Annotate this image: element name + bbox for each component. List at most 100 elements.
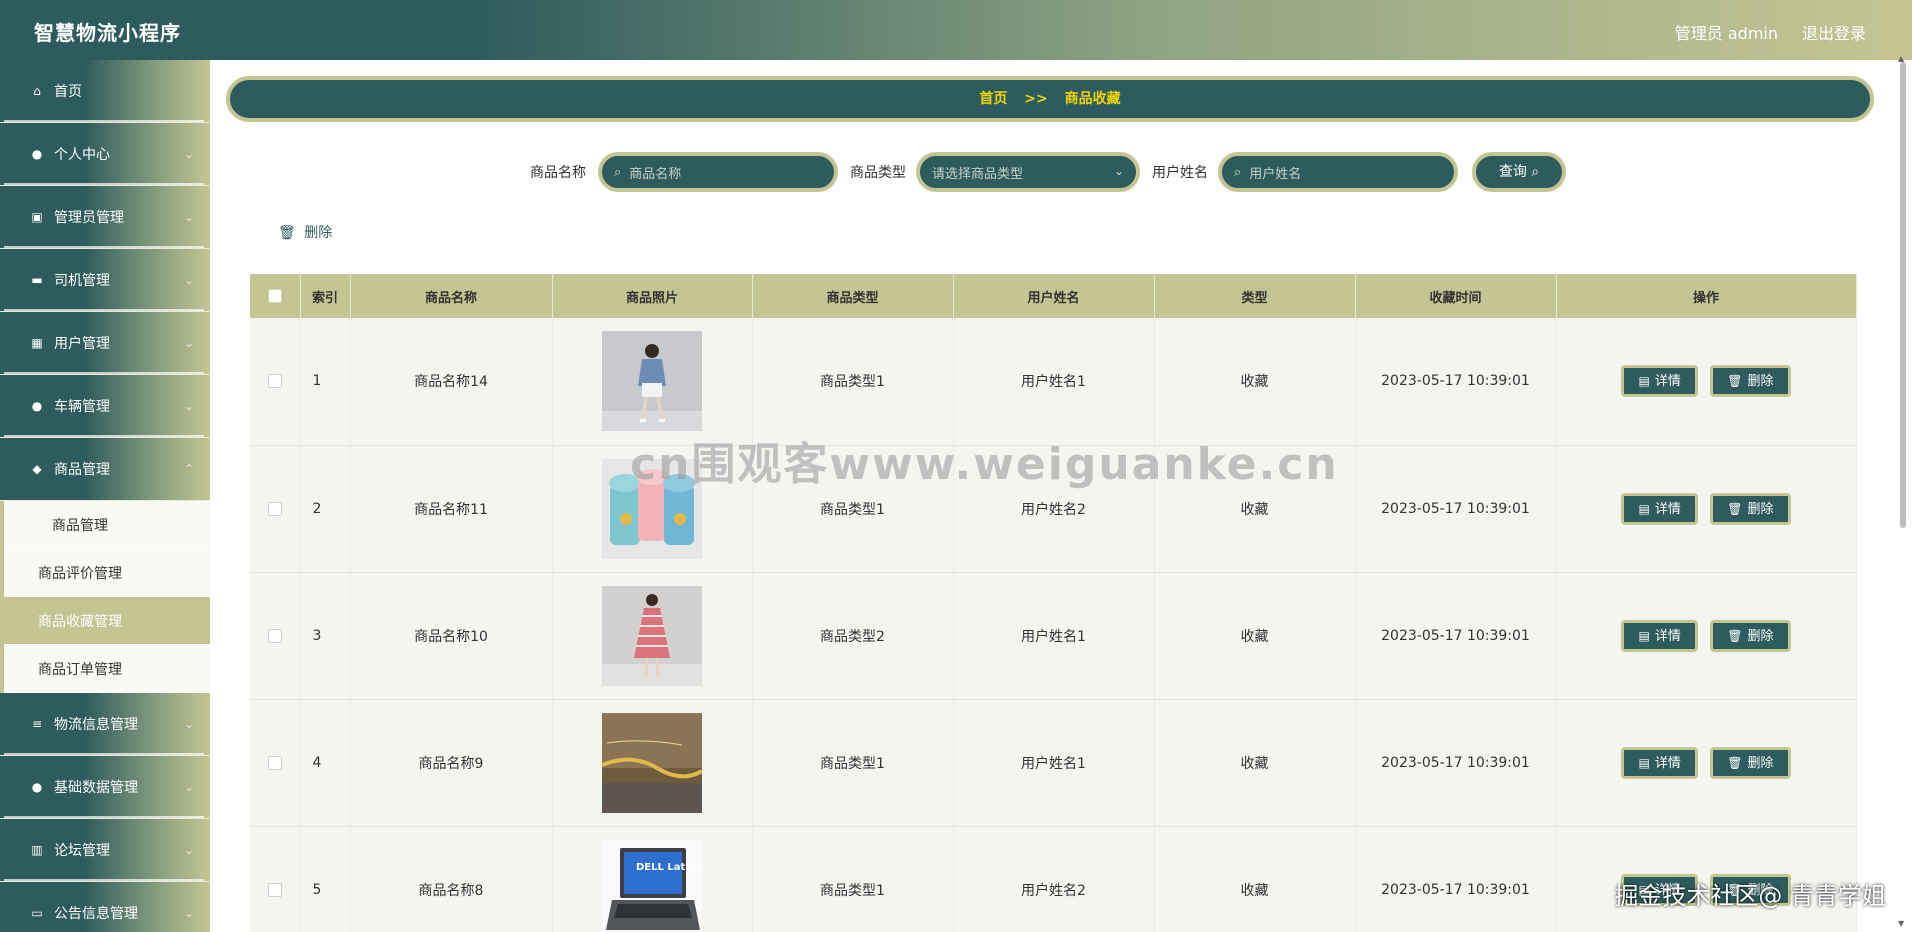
sidebar-item-label: 用户管理 xyxy=(54,336,110,352)
table-row: 3 商品名称10 商品类型2 用户姓名1 收藏 2023-05-17 10:39… xyxy=(250,572,1857,700)
cart-icon: ◆ xyxy=(32,462,42,476)
select-all-checkbox[interactable] xyxy=(267,289,282,303)
user-name-input[interactable]: ⌕ 用户姓名 xyxy=(1218,152,1458,192)
submenu-item-orders[interactable]: 商品订单管理 xyxy=(4,645,210,693)
row-actions: ▤ 详情 🗑 删除 xyxy=(1556,826,1857,932)
row-actions: ▤ 详情 🗑 删除 xyxy=(1556,318,1857,446)
sidebar-item-home[interactable]: ⌂ 首页 xyxy=(0,60,210,123)
sidebar-item-drivers[interactable]: ▬ 司机管理 ⌄ xyxy=(0,249,210,312)
document-icon: ▤ xyxy=(1638,882,1650,897)
app-title: 智慧物流小程序 xyxy=(34,21,181,45)
divider xyxy=(4,246,204,248)
row-checkbox[interactable] xyxy=(267,882,282,897)
sidebar-item-forum[interactable]: ▥ 论坛管理 ⌄ xyxy=(0,819,210,882)
sidebar-item-goods[interactable]: ◆ 商品管理 ⌃ xyxy=(0,438,210,501)
divider xyxy=(4,435,204,437)
detail-label: 详情 xyxy=(1654,374,1681,390)
query-button[interactable]: 查询 ⌕ xyxy=(1472,152,1566,192)
row-select-cell xyxy=(250,826,301,932)
logout-link[interactable]: 退出登录 xyxy=(1802,20,1866,44)
row-actions: ▤ 详情 🗑 删除 xyxy=(1556,699,1857,827)
goods-type-select[interactable]: 请选择商品类型 ⌄ xyxy=(916,152,1140,192)
detail-label: 详情 xyxy=(1654,882,1681,898)
detail-button[interactable]: ▤ 详情 xyxy=(1621,492,1698,525)
query-button-label: 查询 xyxy=(1498,164,1527,180)
goods-name-placeholder: 商品名称 xyxy=(629,166,682,182)
goods-photo-woman xyxy=(602,331,702,432)
goods-photo-chain xyxy=(602,712,702,813)
goods-type: 商品类型2 xyxy=(752,572,954,700)
column-header: 商品名称 xyxy=(350,274,553,318)
goods-type-label: 商品类型 xyxy=(850,165,906,181)
goods-name: 商品名称11 xyxy=(350,445,553,573)
goods-name: 商品名称14 xyxy=(350,318,553,446)
detail-button[interactable]: ▤ 详情 xyxy=(1621,619,1698,652)
user-icon: ● xyxy=(31,147,43,161)
submenu-item-goods[interactable]: 商品管理 xyxy=(4,501,210,549)
sidebar: ⌂ 首页 ● 个人中心 ⌄ ▣ 管理员管理 ⌄ ▬ 司机管理 ⌄ ▦ 用户管理 … xyxy=(0,60,210,932)
divider xyxy=(4,753,204,755)
row-checkbox[interactable] xyxy=(267,501,282,516)
sidebar-item-logistics[interactable]: ≡ 物流信息管理 ⌄ xyxy=(0,693,210,756)
grid-icon: ▦ xyxy=(31,336,43,350)
briefcase-icon: ▣ xyxy=(31,210,43,224)
scrollbar-thumb[interactable] xyxy=(1900,62,1906,528)
chevron-down-icon: ⌄ xyxy=(183,843,194,857)
row-select-cell xyxy=(250,445,301,573)
trash-icon: 🗑 xyxy=(1727,755,1743,770)
sidebar-item-admins[interactable]: ▣ 管理员管理 ⌄ xyxy=(0,186,210,249)
vertical-scrollbar[interactable]: ▲ ▼ xyxy=(1898,54,1908,928)
submenu-item-label: 商品管理 xyxy=(52,517,108,534)
sidebar-item-basedata[interactable]: ● 基础数据管理 ⌄ xyxy=(0,756,210,819)
row-checkbox[interactable] xyxy=(267,755,282,770)
divider xyxy=(4,816,204,818)
goods-photo-laptop: DELL Latitude D520 xyxy=(602,839,702,932)
goods-name-input[interactable]: ⌕ 商品名称 xyxy=(598,152,838,192)
delete-button[interactable]: 🗑 删除 xyxy=(1710,619,1791,652)
goods-submenu: 商品管理 商品评价管理 商品收藏管理 商品订单管理 xyxy=(0,501,210,693)
submenu-item-favorites[interactable]: 商品收藏管理 xyxy=(4,597,210,645)
user-name: 用户姓名2 xyxy=(953,445,1155,573)
goods-photo-cell: DELL Latitude D520 xyxy=(552,826,753,932)
table-header-row: 索引 商品名称 商品照片 商品类型 用户姓名 类型 收藏时间 操作 xyxy=(250,274,1857,318)
delete-label: 删除 xyxy=(1747,374,1774,390)
table-row: 2 商品名称11 商品类型1 用户姓名2 收藏 2023-05-17 10:39… xyxy=(250,445,1857,573)
user-name-placeholder: 用户姓名 xyxy=(1249,166,1302,182)
delete-button[interactable]: 🗑 删除 xyxy=(1710,873,1791,906)
row-checkbox[interactable] xyxy=(267,628,282,643)
delete-button[interactable]: 🗑 删除 xyxy=(1710,492,1791,525)
favorite-kind: 收藏 xyxy=(1154,445,1356,573)
detail-button[interactable]: ▤ 详情 xyxy=(1621,873,1698,906)
detail-button[interactable]: ▤ 详情 xyxy=(1621,746,1698,779)
delete-label: 删除 xyxy=(1747,755,1774,771)
row-index: 5 xyxy=(300,826,351,932)
ticket-icon: ▬ xyxy=(31,273,43,287)
bulk-delete-button[interactable]: 🗑 删除 xyxy=(278,222,332,242)
monitor-icon: ▭ xyxy=(31,906,43,920)
list-icon: ≡ xyxy=(31,717,43,731)
detail-label: 详情 xyxy=(1654,501,1681,517)
chevron-down-icon: ⌄ xyxy=(1113,164,1124,178)
detail-button[interactable]: ▤ 详情 xyxy=(1621,365,1698,398)
sidebar-item-notice[interactable]: ▭ 公告信息管理 ⌄ xyxy=(0,882,210,932)
delete-button[interactable]: 🗑 删除 xyxy=(1710,365,1791,398)
user-name: 用户姓名1 xyxy=(953,699,1155,827)
scroll-down-icon[interactable]: ▼ xyxy=(1898,919,1904,928)
search-icon: ⌕ xyxy=(1234,164,1242,180)
row-actions: ▤ 详情 🗑 删除 xyxy=(1556,445,1857,573)
goods-photo-cell xyxy=(552,572,753,700)
breadcrumb-home[interactable]: 首页 xyxy=(979,91,1007,107)
submenu-item-reviews[interactable]: 商品评价管理 xyxy=(4,549,210,597)
goods-type: 商品类型1 xyxy=(752,699,954,827)
bulk-delete-label: 删除 xyxy=(304,225,333,241)
delete-button[interactable]: 🗑 删除 xyxy=(1710,746,1791,779)
sidebar-item-profile[interactable]: ● 个人中心 ⌄ xyxy=(0,123,210,186)
divider xyxy=(4,120,204,122)
breadcrumb-separator: >> xyxy=(1024,91,1048,107)
goods-photo-dress xyxy=(602,585,702,686)
sidebar-item-vehicles[interactable]: ● 车辆管理 ⌄ xyxy=(0,375,210,438)
row-checkbox[interactable] xyxy=(267,374,282,389)
column-header: 收藏时间 xyxy=(1355,274,1557,318)
sidebar-item-users[interactable]: ▦ 用户管理 ⌄ xyxy=(0,312,210,375)
chevron-down-icon: ⌄ xyxy=(183,906,194,920)
